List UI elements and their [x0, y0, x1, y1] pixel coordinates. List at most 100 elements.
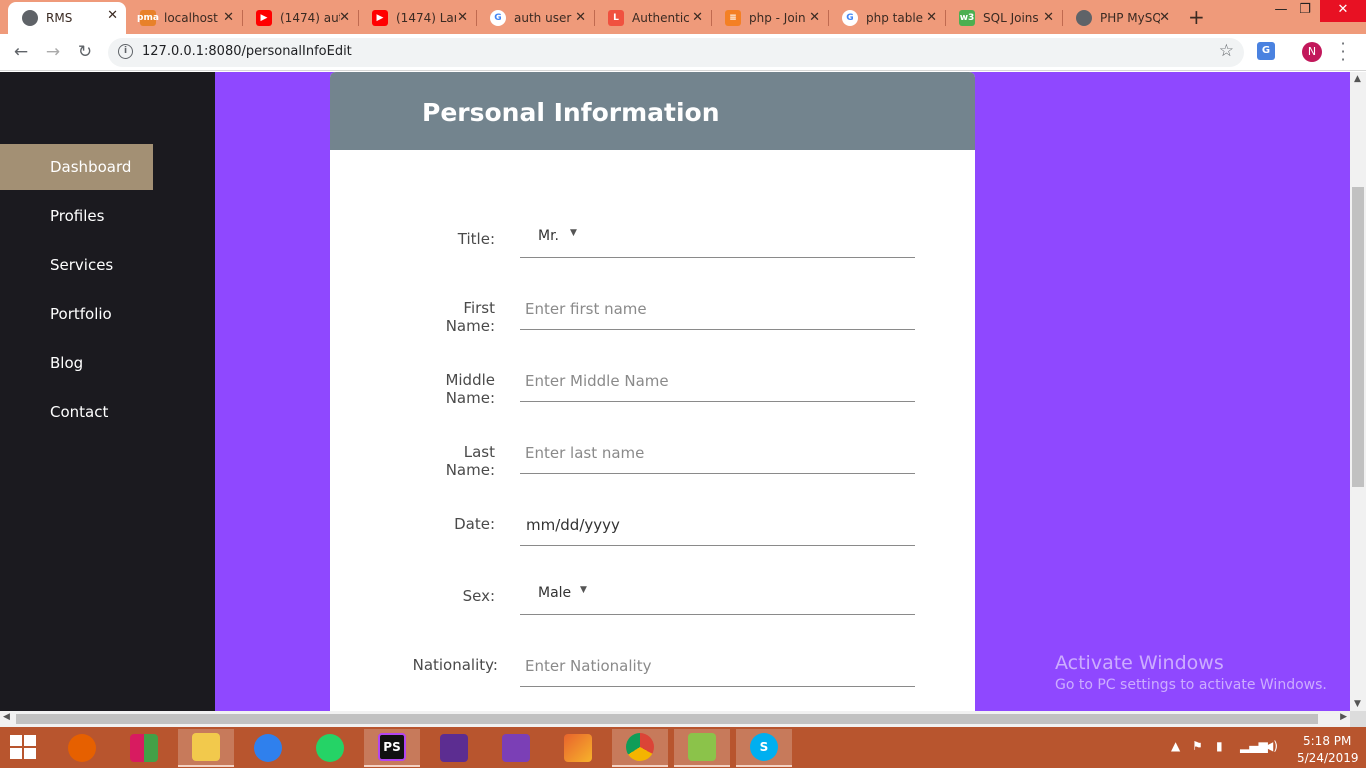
nationality-label: Nationality:: [412, 656, 498, 674]
tab-php-mysql[interactable]: PHP MySQ ✕: [1062, 4, 1178, 32]
horizontal-scroll-thumb[interactable]: [16, 714, 1318, 724]
last-name-input[interactable]: Enter last name: [520, 430, 915, 474]
tab-php-join[interactable]: ≡ php - Join ✕: [711, 4, 828, 32]
chevron-down-icon: ▼: [580, 585, 587, 595]
skype-icon: S: [750, 733, 778, 761]
activate-windows-title: Activate Windows: [1055, 652, 1224, 674]
taskbar-file-explorer[interactable]: [178, 729, 234, 767]
taskbar-visual-studio[interactable]: [426, 729, 482, 767]
stackoverflow-icon: ≡: [725, 10, 741, 26]
close-tab-icon[interactable]: ✕: [692, 10, 703, 25]
browser-menu-icon[interactable]: · · ·: [1338, 36, 1348, 68]
nationality-placeholder: Enter Nationality: [525, 657, 652, 675]
nationality-input[interactable]: Enter Nationality: [520, 643, 915, 687]
close-window-button[interactable]: ✕: [1320, 0, 1366, 22]
volume-icon[interactable]: ◀): [1264, 739, 1278, 753]
nav-blog[interactable]: Blog: [0, 340, 153, 386]
back-button[interactable]: ←: [11, 42, 31, 62]
site-info-icon[interactable]: i: [118, 44, 133, 59]
windows-start-button[interactable]: [10, 735, 38, 761]
taskbar-phpstorm[interactable]: PS: [364, 729, 420, 767]
date-input[interactable]: mm/dd/yyyy: [520, 502, 915, 546]
power-icon[interactable]: ▮: [1216, 739, 1223, 753]
windows-logo-pane: [24, 748, 36, 759]
close-tab-icon[interactable]: ✕: [926, 10, 937, 25]
forward-button[interactable]: →: [43, 42, 63, 62]
sex-label: Sex:: [462, 587, 495, 605]
close-tab-icon[interactable]: ✕: [339, 10, 350, 25]
new-tab-button[interactable]: +: [1188, 5, 1205, 29]
tab-auth-user[interactable]: G auth user ✕: [476, 4, 594, 32]
close-tab-icon[interactable]: ✕: [1043, 10, 1054, 25]
chevron-down-icon: ▼: [570, 228, 577, 238]
tab-youtube-1[interactable]: ▶ (1474) aut ✕: [242, 4, 358, 32]
bookmark-star-icon[interactable]: ☆: [1219, 41, 1234, 61]
taskbar-clock-date[interactable]: 5/24/2019: [1297, 751, 1359, 765]
vertical-scrollbar[interactable]: ▲ ▼: [1350, 72, 1366, 711]
notepad-plus-icon: [688, 733, 716, 761]
tab-sql-joins[interactable]: w3 SQL Joins ✕: [945, 4, 1062, 32]
close-tab-icon[interactable]: ✕: [1159, 10, 1170, 25]
middle-name-placeholder: Enter Middle Name: [525, 372, 669, 390]
taskbar-network-drive[interactable]: [240, 729, 296, 767]
first-name-input[interactable]: Enter first name: [520, 286, 915, 330]
taskbar-firefox[interactable]: [54, 729, 110, 767]
tab-youtube-2[interactable]: ▶ (1474) Lar ✕: [358, 4, 476, 32]
windows-logo-pane: [24, 735, 36, 746]
reload-button[interactable]: ↻: [75, 42, 95, 62]
sex-select[interactable]: Male ▼: [520, 571, 915, 615]
nav-portfolio[interactable]: Portfolio: [0, 291, 153, 337]
close-tab-icon[interactable]: ✕: [223, 10, 234, 25]
show-hidden-icons[interactable]: ▲: [1171, 739, 1180, 753]
first-name-label: First Name:: [330, 299, 495, 335]
tab-title: php - Join: [749, 11, 806, 25]
sidebar: Dashboard Profiles Services Portfolio Bl…: [0, 72, 215, 711]
network-drive-icon: [254, 734, 282, 762]
google-icon: G: [842, 10, 858, 26]
profile-avatar[interactable]: N: [1302, 42, 1322, 62]
address-bar[interactable]: i 127.0.0.1:8080/personalInfoEdit ☆: [108, 38, 1244, 67]
title-select[interactable]: Mr. ▼: [520, 214, 915, 258]
last-name-label: Last Name:: [330, 443, 495, 479]
translate-extension-icon[interactable]: G: [1257, 42, 1275, 60]
vertical-scroll-thumb[interactable]: [1352, 187, 1364, 487]
scroll-down-icon[interactable]: ▼: [1354, 699, 1361, 709]
close-tab-icon[interactable]: ✕: [107, 8, 118, 23]
last-name-placeholder: Enter last name: [525, 444, 645, 462]
tab-authentication[interactable]: L Authentic ✕: [594, 4, 711, 32]
nav-dashboard[interactable]: Dashboard: [0, 144, 153, 190]
file-explorer-icon: [192, 733, 220, 761]
browser-tab-strip: RMS ✕ pma localhost ✕ ▶ (1474) aut ✕ ▶ (…: [0, 0, 1366, 34]
taskbar-notepad-plus[interactable]: [674, 729, 730, 767]
taskbar-whatsapp[interactable]: [302, 729, 358, 767]
scroll-left-icon[interactable]: ◀: [3, 712, 10, 722]
taskbar-matlab[interactable]: [550, 729, 606, 767]
tab-title: Authentic: [632, 11, 690, 25]
tab-localhost[interactable]: pma localhost ✕: [126, 4, 242, 32]
page-title: Personal Information: [422, 98, 720, 127]
taskbar-winrar[interactable]: [116, 729, 172, 767]
close-tab-icon[interactable]: ✕: [809, 10, 820, 25]
middle-name-input[interactable]: Enter Middle Name: [520, 358, 915, 402]
tab-php-table[interactable]: G php table ✕: [828, 4, 945, 32]
chrome-icon: [626, 733, 654, 761]
scroll-right-icon[interactable]: ▶: [1340, 712, 1347, 722]
nav-contact[interactable]: Contact: [0, 389, 153, 435]
phpstorm-icon: PS: [378, 733, 406, 761]
windows-logo-pane: [10, 748, 22, 759]
close-tab-icon[interactable]: ✕: [575, 10, 586, 25]
taskbar-visual-studio-2[interactable]: [488, 729, 544, 767]
taskbar-clock-time[interactable]: 5:18 PM: [1303, 734, 1351, 748]
nav-services[interactable]: Services: [0, 242, 153, 288]
close-tab-icon[interactable]: ✕: [457, 10, 468, 25]
horizontal-scrollbar[interactable]: ◀ ▶: [0, 711, 1350, 727]
tab-title: php table: [866, 11, 924, 25]
nav-profiles[interactable]: Profiles: [0, 193, 153, 239]
taskbar-skype[interactable]: S: [736, 729, 792, 767]
url-text: 127.0.0.1:8080/personalInfoEdit: [142, 44, 352, 59]
tab-rms[interactable]: RMS ✕: [8, 2, 126, 34]
scroll-up-icon[interactable]: ▲: [1354, 74, 1361, 84]
page-viewport: Dashboard Profiles Services Portfolio Bl…: [0, 72, 1350, 711]
taskbar-chrome[interactable]: [612, 729, 668, 767]
action-center-flag-icon[interactable]: ⚑: [1192, 739, 1203, 753]
